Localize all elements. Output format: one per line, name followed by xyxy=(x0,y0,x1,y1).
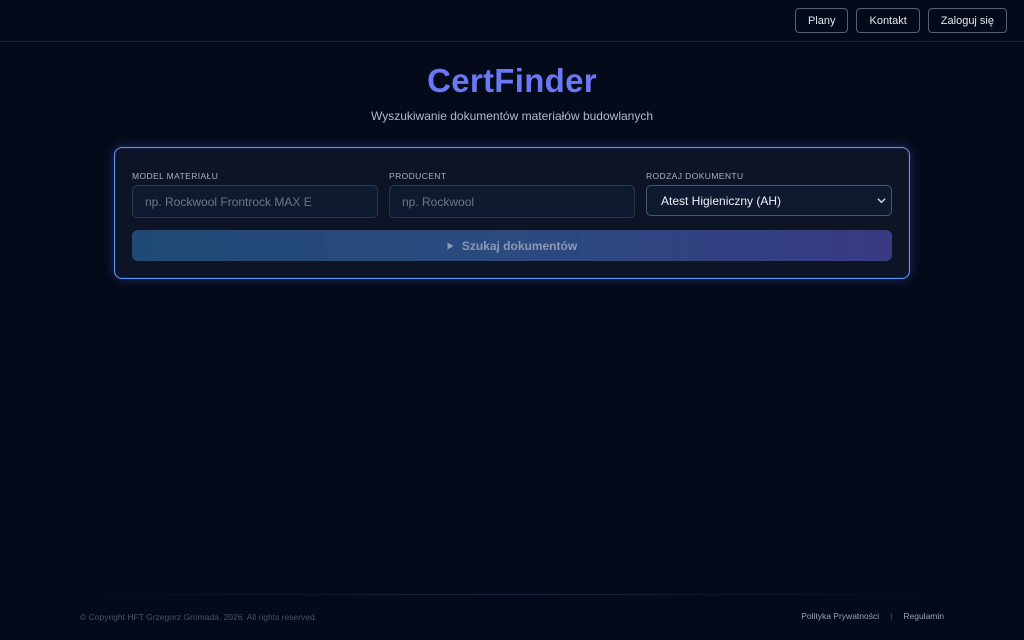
copyright-text: © Copyright HFT Grzegorz Gromada, 2026. … xyxy=(80,612,318,622)
brand-title: CertFinder xyxy=(427,62,597,99)
login-button[interactable]: Zaloguj się xyxy=(927,8,1007,33)
plans-button[interactable]: Plany xyxy=(794,8,849,33)
footer-separator: | xyxy=(890,611,893,621)
model-input[interactable] xyxy=(132,185,378,218)
producer-field: PRODUCENT xyxy=(389,171,635,218)
producer-label: PRODUCENT xyxy=(389,171,447,181)
model-label: MODEL MATERIAŁU xyxy=(132,171,219,181)
search-button[interactable]: Szukaj dokumentów xyxy=(132,230,892,261)
search-button-label: Szukaj dokumentów xyxy=(461,238,578,253)
contact-button[interactable]: Kontakt xyxy=(856,8,920,33)
doc-type-selected-value: Atest Higieniczny (AH) xyxy=(661,193,782,208)
footer-links: Polityka Prywatności | Regulamin xyxy=(801,611,944,621)
top-nav: Plany Kontakt Zaloguj się xyxy=(794,8,1007,33)
chevron-down-icon xyxy=(877,198,886,204)
search-card: MODEL MATERIAŁU PRODUCENT RODZAJ DOKUMEN… xyxy=(114,147,910,279)
doc-type-field: RODZAJ DOKUMENTU Atest Higieniczny (AH) xyxy=(646,171,892,216)
producer-input[interactable] xyxy=(389,185,635,218)
privacy-policy-link[interactable]: Polityka Prywatności xyxy=(801,611,879,621)
doc-type-select[interactable]: Atest Higieniczny (AH) xyxy=(646,185,892,216)
page: Plany Kontakt Zaloguj się CertFinder Wys… xyxy=(0,0,1024,640)
top-bar: Plany Kontakt Zaloguj się xyxy=(0,0,1024,42)
tagline: Wyszukiwanie dokumentów materiałów budow… xyxy=(370,109,654,123)
footer-divider xyxy=(80,594,944,595)
play-icon xyxy=(447,242,454,249)
model-field: MODEL MATERIAŁU xyxy=(132,171,378,218)
terms-link[interactable]: Regulamin xyxy=(903,611,944,621)
doc-type-label: RODZAJ DOKUMENTU xyxy=(646,171,744,181)
